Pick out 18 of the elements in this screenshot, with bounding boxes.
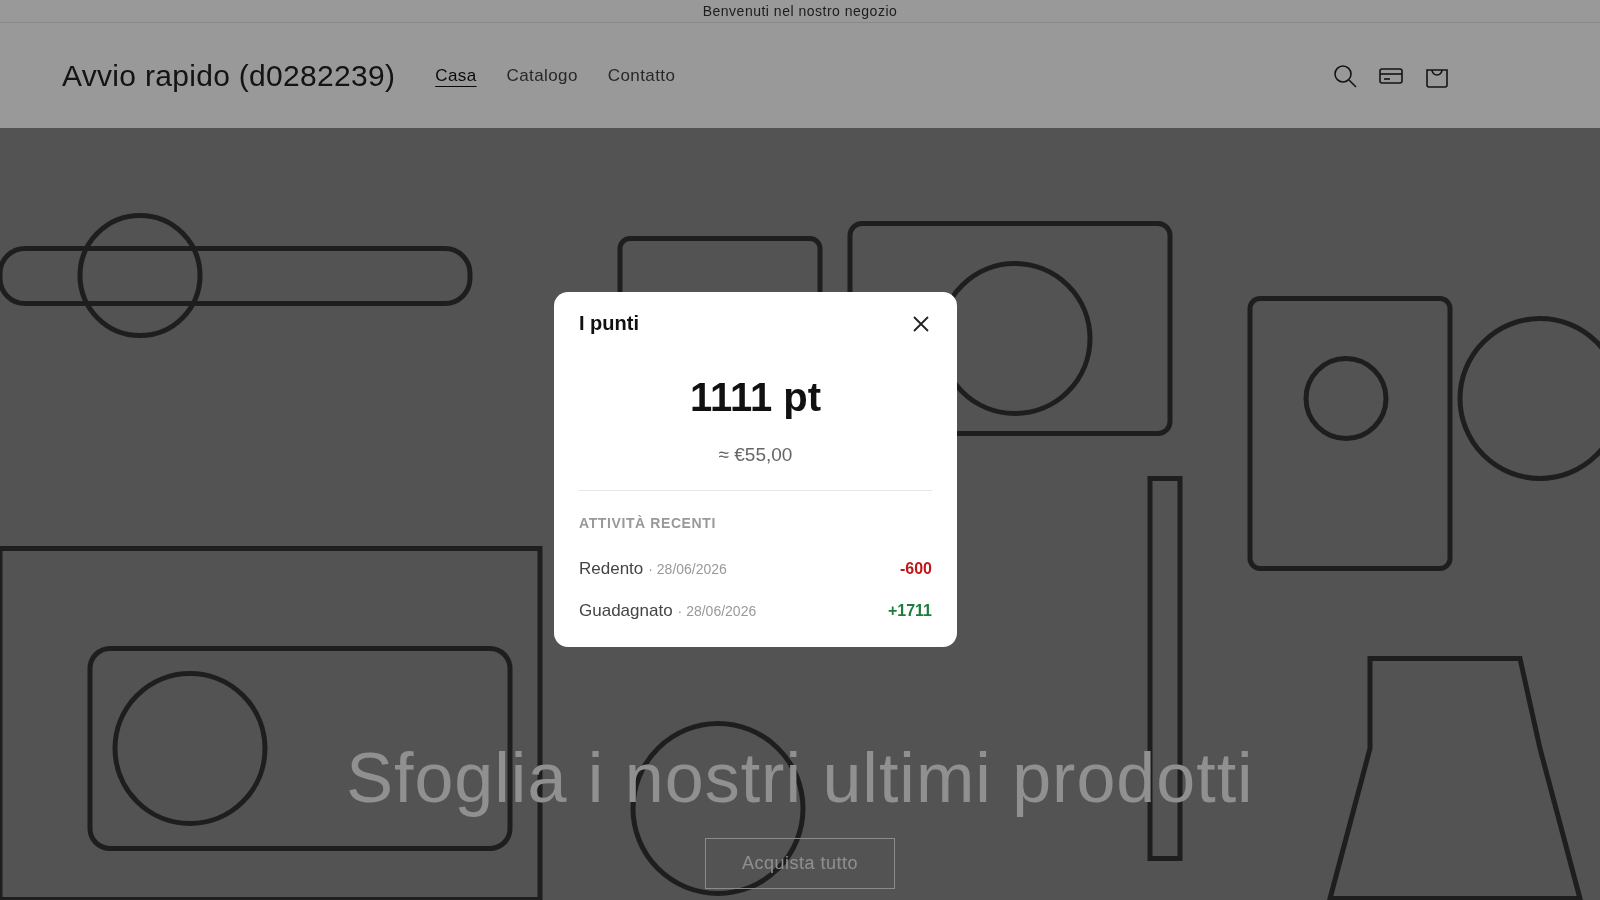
activity-amount: -600 (899, 560, 932, 578)
search-icon[interactable] (1332, 62, 1358, 89)
activity-date: · 28/06/2026 (648, 561, 728, 577)
hero-heading: Sfoglia i nostri ultimi prodotti (346, 738, 1254, 818)
nav-link[interactable]: Contatto (607, 65, 676, 86)
activity-label: Guadagnato (579, 601, 673, 621)
section-heading: ATTIVITÀ RECENTI (579, 515, 717, 531)
points-balance: 1111 pt (688, 375, 823, 420)
nav-link[interactable]: Casa (435, 65, 477, 86)
dialog-title: I punti (579, 312, 639, 335)
announcement-text: Benvenuti nel nostro negozio (702, 2, 898, 21)
activity-date: · 28/06/2026 (677, 603, 758, 619)
points-value: ≈ €55,00 (717, 444, 794, 466)
activity-amount: +1711 (887, 602, 932, 620)
store-logo[interactable]: Avvio rapido (d0282239) (62, 58, 396, 93)
nav-link[interactable]: Catalogo (506, 65, 578, 86)
activity-label: Redento (579, 559, 644, 579)
close-icon (912, 314, 930, 333)
